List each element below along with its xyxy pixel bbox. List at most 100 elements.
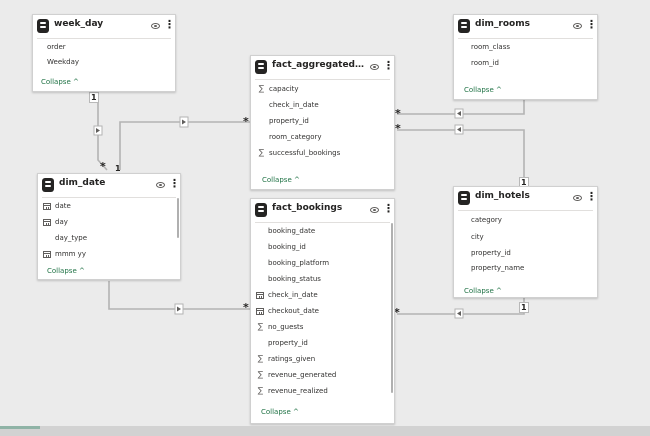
field-property-id[interactable]: property_id	[471, 249, 511, 257]
field-booking-date[interactable]: booking_date	[268, 227, 315, 235]
table-title: dim_rooms	[475, 19, 530, 29]
sigma-icon: ∑	[257, 354, 264, 363]
chevron-up-icon: ^	[72, 78, 79, 86]
field-no-guests[interactable]: no_guests	[268, 323, 303, 331]
chevron-up-icon: ^	[293, 176, 300, 184]
field-checkout-date[interactable]: checkout_date	[268, 307, 319, 315]
field-ratings-given[interactable]: ratings_given	[268, 355, 315, 363]
rel-dim-hotels-fact-aggregated	[397, 129, 525, 186]
field-room-category[interactable]: room_category	[269, 133, 322, 141]
divider	[458, 38, 593, 39]
cardinality-many: *	[243, 115, 249, 128]
chevron-up-icon: ^	[495, 86, 502, 94]
visibility-icon[interactable]	[156, 182, 165, 188]
table-icon	[42, 178, 54, 192]
table-title: fact_bookings	[272, 203, 343, 213]
calendar-icon	[256, 292, 264, 299]
field-property-id[interactable]: property_id	[269, 117, 309, 125]
field-booking-id[interactable]: booking_id	[268, 243, 306, 251]
chevron-up-icon: ^	[495, 287, 502, 295]
table-icon	[255, 203, 267, 217]
field-check-in-date[interactable]: check_in_date	[268, 291, 318, 299]
cardinality-one: 1	[89, 92, 99, 103]
table-title: dim_date	[59, 178, 106, 188]
field-day[interactable]: day	[55, 218, 68, 226]
more-options-icon[interactable]: ⋮	[164, 18, 175, 32]
field-capacity[interactable]: capacity	[269, 85, 299, 93]
sigma-icon: ∑	[257, 322, 264, 331]
bottom-bar	[0, 426, 650, 436]
field-date[interactable]: date	[55, 202, 71, 210]
visibility-icon[interactable]	[370, 64, 379, 70]
table-card-dim-rooms[interactable]: dim_rooms ⋮ room_class room_id Collapse …	[453, 14, 598, 100]
more-options-icon[interactable]: ⋮	[383, 59, 394, 73]
more-options-icon[interactable]: ⋮	[586, 190, 597, 204]
field-check-in-date[interactable]: check_in_date	[269, 101, 319, 109]
table-title: fact_aggregated_boo...	[272, 60, 364, 70]
calendar-icon	[256, 308, 264, 315]
field-room-id[interactable]: room_id	[471, 59, 499, 67]
sigma-icon: ∑	[258, 148, 265, 157]
field-day-type[interactable]: day_type	[55, 234, 87, 242]
collapse-button[interactable]: Collapse ^	[41, 78, 79, 86]
table-icon	[255, 60, 267, 74]
field-mmm-yy[interactable]: mmm yy	[55, 250, 86, 258]
field-weekday[interactable]: Weekday	[47, 58, 79, 66]
visibility-icon[interactable]	[151, 23, 160, 29]
field-revenue-generated[interactable]: revenue_generated	[268, 371, 336, 379]
calendar-icon	[43, 219, 51, 226]
table-card-week-day[interactable]: week_day ⋮ order Weekday Collapse ^	[32, 14, 176, 92]
more-options-icon[interactable]: ⋮	[169, 177, 180, 191]
field-booking-platform[interactable]: booking_platform	[268, 259, 329, 267]
divider	[458, 210, 593, 211]
chevron-up-icon: ^	[292, 408, 299, 416]
cardinality-many: *	[395, 107, 401, 120]
field-property-id[interactable]: property_id	[268, 339, 308, 347]
more-options-icon[interactable]: ⋮	[383, 202, 394, 216]
chevron-up-icon: ^	[78, 267, 85, 275]
calendar-icon	[43, 203, 51, 210]
field-city[interactable]: city	[471, 233, 484, 241]
collapse-button[interactable]: Collapse ^	[262, 176, 300, 184]
cardinality-one: 1	[115, 164, 121, 173]
rel-dim-date-fact-aggregated	[119, 121, 250, 170]
sigma-icon: ∑	[257, 370, 264, 379]
field-revenue-realized[interactable]: revenue_realized	[268, 387, 328, 395]
cardinality-one: 1	[519, 302, 529, 313]
field-successful-bookings[interactable]: successful_bookings	[269, 149, 340, 157]
visibility-icon[interactable]	[573, 23, 582, 29]
divider	[42, 197, 176, 198]
table-card-fact-aggregated-bookings[interactable]: fact_aggregated_boo... ⋮ ∑ capacity chec…	[250, 55, 395, 190]
sigma-icon: ∑	[257, 386, 264, 395]
divider	[255, 222, 390, 223]
sigma-icon: ∑	[258, 84, 265, 93]
table-card-dim-hotels[interactable]: dim_hotels ⋮ category city property_id p…	[453, 186, 598, 298]
scrollbar[interactable]	[391, 223, 393, 393]
table-icon	[37, 19, 49, 33]
field-category[interactable]: category	[471, 216, 502, 224]
table-title: week_day	[54, 19, 104, 29]
cardinality-many: *	[395, 122, 401, 135]
collapse-button[interactable]: Collapse ^	[464, 287, 502, 295]
divider	[255, 79, 390, 80]
table-card-fact-bookings[interactable]: fact_bookings ⋮ booking_date booking_id …	[250, 198, 395, 424]
collapse-button[interactable]: Collapse ^	[47, 267, 85, 275]
calendar-icon	[43, 251, 51, 258]
visibility-icon[interactable]	[370, 207, 379, 213]
divider	[37, 38, 171, 39]
table-icon	[458, 19, 470, 33]
field-room-class[interactable]: room_class	[471, 43, 510, 51]
visibility-icon[interactable]	[573, 195, 582, 201]
cardinality-many: *	[100, 160, 106, 173]
field-order[interactable]: order	[47, 43, 66, 51]
collapse-button[interactable]: Collapse ^	[261, 408, 299, 416]
table-card-dim-date[interactable]: dim_date ⋮ date day day_type mmm yy Coll…	[37, 173, 181, 280]
collapse-button[interactable]: Collapse ^	[464, 86, 502, 94]
page-tab-indicator[interactable]	[0, 426, 40, 429]
field-property-name[interactable]: property_name	[471, 264, 524, 272]
cardinality-many: *	[243, 301, 249, 314]
table-title: dim_hotels	[475, 191, 530, 201]
field-booking-status[interactable]: booking_status	[268, 275, 321, 283]
more-options-icon[interactable]: ⋮	[586, 18, 597, 32]
scrollbar[interactable]	[177, 198, 179, 238]
